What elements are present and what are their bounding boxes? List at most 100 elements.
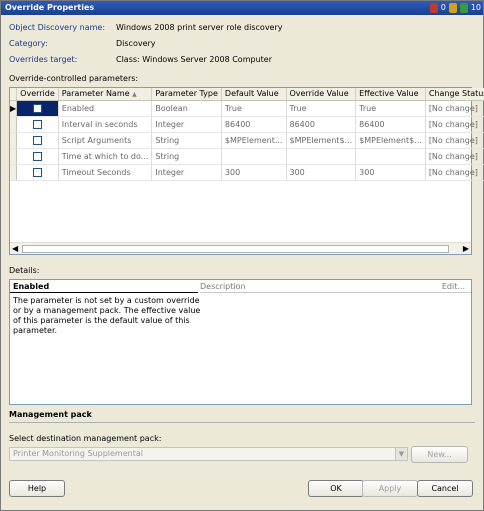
param-type-cell: Integer <box>151 116 222 133</box>
effective-value-cell: $MPElement$... <box>355 132 426 149</box>
col-effective-value[interactable]: Effective Value <box>355 88 426 101</box>
new-mp-button[interactable]: New... <box>411 446 468 463</box>
effective-value-cell: 300 <box>355 164 426 181</box>
override-value-cell[interactable]: $MPElement$... <box>286 132 357 149</box>
row-pointer-icon: ▶ <box>10 100 18 117</box>
default-value-cell: True <box>221 100 287 117</box>
override-value-cell[interactable] <box>286 148 357 165</box>
title-tray: 0 10 <box>429 2 481 14</box>
tray-count-2: 10 <box>470 3 481 12</box>
management-pack-heading: Management pack <box>9 410 92 419</box>
alert-red-icon <box>429 3 438 13</box>
parameters-section-label: Override-controlled parameters: <box>9 74 139 83</box>
override-value-cell[interactable]: 300 <box>286 164 357 181</box>
col-override-value[interactable]: Override Value <box>286 88 357 101</box>
title-bar: Override Properties 0 10 <box>1 1 483 15</box>
col-change-status[interactable]: Change Status <box>425 88 484 101</box>
chevron-down-icon[interactable]: ▼ <box>395 448 407 460</box>
param-type-cell: String <box>151 148 222 165</box>
table-row[interactable]: Time at which to do... String [No change… <box>10 148 484 165</box>
param-type-cell: Boolean <box>151 100 222 117</box>
col-parameter-name[interactable]: Parameter Name ▲ <box>58 88 153 101</box>
override-checkbox-cell[interactable] <box>16 116 59 133</box>
override-properties-dialog: Override Properties 0 10 Object Discover… <box>0 0 484 511</box>
ok-button[interactable]: OK <box>308 480 364 497</box>
details-divider <box>10 292 198 293</box>
horizontal-scrollbar[interactable]: ◀ ▶ <box>10 242 471 254</box>
effective-value-cell: True <box>355 100 426 117</box>
cancel-button[interactable]: Cancel <box>417 480 473 497</box>
change-status-cell: [No change] <box>425 100 484 117</box>
override-checkbox-cell[interactable] <box>16 100 59 117</box>
default-value-cell: 86400 <box>221 116 287 133</box>
param-type-cell: Integer <box>151 164 222 181</box>
param-name-cell: Time at which to do... <box>58 148 153 165</box>
category-label: Category: <box>9 39 48 48</box>
table-row[interactable]: Interval in seconds Integer 86400 86400 … <box>10 116 484 133</box>
override-checkbox[interactable] <box>32 167 42 177</box>
scroll-right-icon[interactable]: ▶ <box>463 244 469 254</box>
col-parameter-type[interactable]: Parameter Type <box>151 88 222 101</box>
row-header-cell <box>10 132 18 149</box>
row-header-cell <box>10 148 18 165</box>
table-row[interactable]: ▶ Enabled Boolean True True True [No cha… <box>10 100 484 117</box>
destination-mp-select[interactable]: Printer Monitoring Supplemental ▼ <box>9 447 408 461</box>
overrides-target-value: Class: Windows Server 2008 Computer <box>116 55 272 64</box>
parameters-grid: Override Parameter Name ▲ Parameter Type… <box>9 87 484 255</box>
row-header-corner <box>10 88 18 101</box>
table-row[interactable]: Timeout Seconds Integer 300 300 300 [No … <box>10 164 484 181</box>
col-override[interactable]: Override <box>16 88 59 101</box>
change-status-cell: [No change] <box>425 132 484 149</box>
param-name-cell: Interval in seconds <box>58 116 153 133</box>
alert-green-icon <box>459 3 468 13</box>
param-name-cell: Enabled <box>58 100 153 117</box>
parameters-table: Override Parameter Name ▲ Parameter Type… <box>10 88 484 181</box>
tray-count-1: 0 <box>440 3 446 12</box>
help-button[interactable]: Help <box>9 480 65 497</box>
override-checkbox[interactable] <box>32 151 42 161</box>
override-value-cell[interactable]: 86400 <box>286 116 357 133</box>
row-header-cell <box>10 116 18 133</box>
grid-header-row: Override Parameter Name ▲ Parameter Type… <box>10 88 484 101</box>
override-checkbox-cell[interactable] <box>16 164 59 181</box>
description-divider <box>200 292 471 293</box>
management-pack-divider <box>9 422 475 423</box>
override-value-cell[interactable]: True <box>286 100 357 117</box>
overrides-target-label: Overrides target: <box>9 55 78 64</box>
effective-value-cell: 86400 <box>355 116 426 133</box>
default-value-cell: $MPElement... <box>221 132 287 149</box>
effective-value-cell <box>355 148 426 165</box>
discovery-name-value: Windows 2008 print server role discovery <box>116 23 283 32</box>
apply-button[interactable]: Apply <box>362 480 418 497</box>
default-value-cell: 300 <box>221 164 287 181</box>
override-checkbox[interactable] <box>32 119 42 129</box>
override-checkbox-cell[interactable] <box>16 132 59 149</box>
override-checkbox[interactable] <box>32 103 42 113</box>
destination-mp-value: Printer Monitoring Supplemental <box>13 449 143 458</box>
edit-link[interactable]: Edit... <box>442 282 465 291</box>
default-value-cell <box>221 148 287 165</box>
scroll-left-icon[interactable]: ◀ <box>12 244 18 254</box>
destination-mp-label: Select destination management pack: <box>9 434 162 443</box>
col-default-value[interactable]: Default Value <box>221 88 287 101</box>
table-row[interactable]: Script Arguments String $MPElement... $M… <box>10 132 484 149</box>
change-status-cell: [No change] <box>425 148 484 165</box>
param-name-cell: Timeout Seconds <box>58 164 153 181</box>
override-checkbox[interactable] <box>32 135 42 145</box>
description-header: Description <box>200 282 246 291</box>
override-checkbox-cell[interactable] <box>16 148 59 165</box>
param-type-cell: String <box>151 132 222 149</box>
details-text: The parameter is not set by a custom ove… <box>13 296 201 335</box>
param-name-cell: Script Arguments <box>58 132 153 149</box>
change-status-cell: [No change] <box>425 164 484 181</box>
sort-asc-icon: ▲ <box>132 91 137 99</box>
alert-yellow-icon <box>448 3 457 13</box>
scroll-thumb[interactable] <box>22 245 449 253</box>
window-title: Override Properties <box>5 3 95 12</box>
details-label: Details: <box>9 266 40 275</box>
row-header-cell <box>10 164 18 181</box>
discovery-name-label: Object Discovery name: <box>9 23 106 32</box>
category-value: Discovery <box>116 39 156 48</box>
col-parameter-name-label: Parameter Name <box>61 89 130 99</box>
change-status-cell: [No change] <box>425 116 484 133</box>
